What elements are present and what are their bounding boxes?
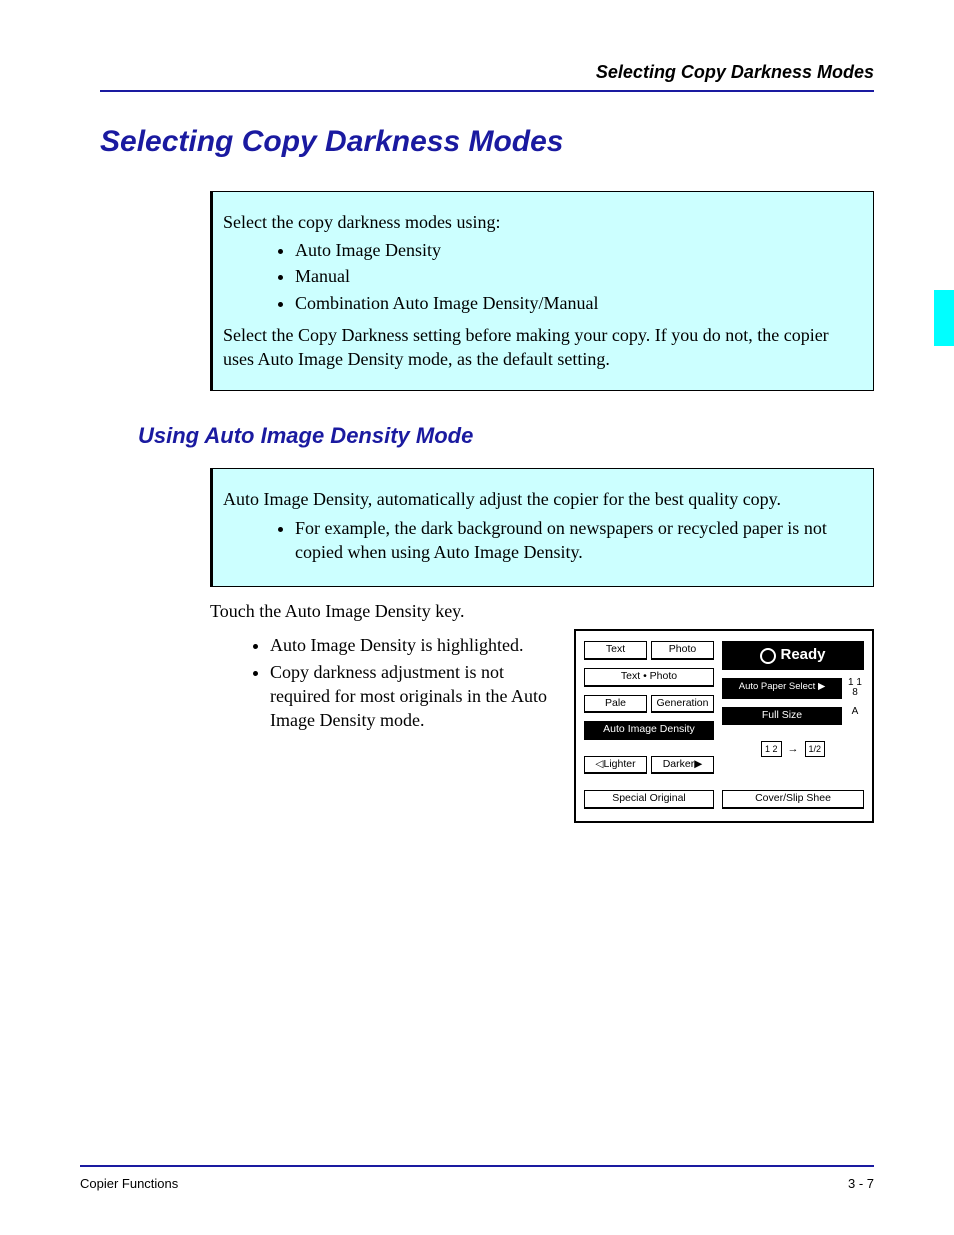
- panel-text-button: Text: [584, 641, 647, 660]
- instruction-bullet: Copy darkness adjustment is not required…: [270, 660, 556, 733]
- panel-generation-button: Generation: [651, 695, 714, 714]
- panel-darker-button: Darker▶: [651, 756, 714, 775]
- ready-label: Ready: [780, 645, 825, 665]
- ready-ring-icon: [760, 648, 776, 664]
- arrow-right-icon: →: [788, 742, 799, 757]
- running-header: Selecting Copy Darkness Modes: [100, 60, 874, 92]
- panel-scale-row: 1 2 → 1/2: [722, 741, 864, 757]
- scale-src: 1 2: [761, 741, 782, 757]
- mode-item: Manual: [295, 264, 857, 288]
- panel-size-letter: A: [846, 707, 864, 726]
- panel-paper-num: 1 1 8: [846, 678, 864, 699]
- mode-item: Combination Auto Image Density/Manual: [295, 291, 857, 315]
- panel-lighter-button: ◁Lighter: [584, 756, 647, 775]
- panel-pale-button: Pale: [584, 695, 647, 714]
- callout-aid-intro: Auto Image Density, automatically adjust…: [223, 487, 857, 511]
- callout-aid: Auto Image Density, automatically adjust…: [210, 468, 874, 587]
- panel-textphoto-button: Text • Photo: [584, 668, 714, 687]
- callout-modes: Select the copy darkness modes using: Au…: [210, 191, 874, 391]
- scale-dst: 1/2: [805, 741, 826, 757]
- callout-modes-intro: Select the copy darkness modes using:: [223, 210, 857, 234]
- panel-auto-paper-select-button: Auto Paper Select ▶: [722, 678, 842, 699]
- panel-ready-indicator: Ready: [722, 641, 864, 669]
- panel-photo-button: Photo: [651, 641, 714, 660]
- callout-aid-item: For example, the dark background on news…: [295, 516, 857, 565]
- page-footer: Copier Functions 3 - 7: [80, 1165, 874, 1193]
- callout-modes-outro: Select the Copy Darkness setting before …: [223, 323, 857, 372]
- footer-section: Copier Functions: [80, 1175, 178, 1193]
- panel-full-size-button: Full Size: [722, 707, 842, 726]
- panel-auto-image-density-button: Auto Image Density: [584, 721, 714, 740]
- panel-special-original-button: Special Original: [584, 790, 714, 809]
- page-title: Selecting Copy Darkness Modes: [100, 122, 874, 163]
- section-heading: Using Auto Image Density Mode: [138, 421, 874, 451]
- panel-cover-slip-button: Cover/Slip Shee: [722, 790, 864, 809]
- instruction-text: Touch the Auto Image Density key.: [210, 599, 874, 623]
- instruction-bullet: Auto Image Density is highlighted.: [270, 633, 556, 657]
- mode-item: Auto Image Density: [295, 238, 857, 262]
- footer-page-number: 3 - 7: [848, 1175, 874, 1193]
- copier-panel-illustration: Text Photo Text • Photo Pale Generation …: [574, 629, 874, 822]
